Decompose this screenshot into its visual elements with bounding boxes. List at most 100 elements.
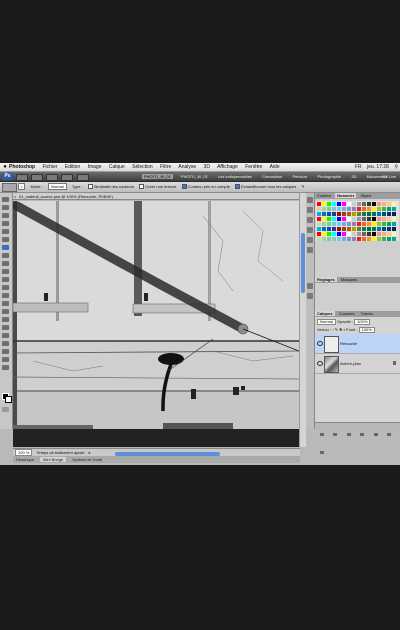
zoom-level-button[interactable] bbox=[46, 174, 59, 181]
color-swatch[interactable] bbox=[362, 222, 366, 226]
color-swatch[interactable] bbox=[337, 217, 341, 221]
close-tab-icon[interactable]: × bbox=[14, 193, 16, 200]
layer-row-retouche[interactable]: Retouche bbox=[315, 334, 400, 354]
color-swatch[interactable] bbox=[357, 232, 361, 236]
tab-historique[interactable]: Historique bbox=[13, 457, 37, 462]
color-swatch[interactable] bbox=[362, 217, 366, 221]
color-swatch[interactable] bbox=[357, 217, 361, 221]
color-swatch[interactable] bbox=[337, 237, 341, 241]
marquee-tool-icon[interactable] bbox=[2, 205, 9, 210]
color-swatch[interactable] bbox=[367, 227, 371, 231]
color-swatch[interactable] bbox=[332, 217, 336, 221]
color-swatch[interactable] bbox=[377, 237, 381, 241]
color-swatch[interactable] bbox=[357, 237, 361, 241]
spot-healing-brush-icon[interactable] bbox=[2, 183, 17, 192]
color-swatch[interactable] bbox=[367, 202, 371, 206]
color-swatch[interactable] bbox=[382, 212, 386, 216]
menu-analyse[interactable]: Analyse bbox=[178, 164, 196, 170]
tab-traces[interactable]: Tracés bbox=[359, 311, 375, 316]
color-swatch[interactable] bbox=[382, 237, 386, 241]
gradient-tool-icon[interactable] bbox=[2, 285, 9, 290]
history-brush-tool-icon[interactable] bbox=[2, 269, 9, 274]
character-panel-icon[interactable] bbox=[307, 237, 313, 243]
menu-calque[interactable]: Calque bbox=[109, 164, 125, 170]
workspace-3d[interactable]: 3D bbox=[349, 174, 358, 179]
mini-bridge-button[interactable] bbox=[31, 174, 44, 181]
color-swatch[interactable] bbox=[367, 207, 371, 211]
color-swatch[interactable] bbox=[357, 222, 361, 226]
color-swatch[interactable] bbox=[347, 212, 351, 216]
color-swatch[interactable] bbox=[342, 222, 346, 226]
tab-styles[interactable]: Styles bbox=[358, 193, 373, 198]
vertical-scrollbar[interactable] bbox=[299, 193, 306, 447]
color-swatch[interactable] bbox=[357, 227, 361, 231]
workspace-photo-w-02[interactable]: PHOTO_W_02 bbox=[179, 174, 210, 179]
color-swatch[interactable] bbox=[317, 237, 321, 241]
workspace-photo-w-01[interactable]: PHOTO_W_01 bbox=[142, 174, 173, 179]
color-swatch[interactable] bbox=[337, 202, 341, 206]
color-swatch[interactable] bbox=[317, 222, 321, 226]
eye-icon[interactable] bbox=[317, 341, 323, 346]
color-swatch[interactable] bbox=[367, 237, 371, 241]
color-swatch[interactable] bbox=[342, 227, 346, 231]
adjustment-layer-icon[interactable] bbox=[360, 433, 365, 436]
color-swatch[interactable] bbox=[382, 232, 386, 236]
blend-mode-select[interactable]: Normal bbox=[317, 319, 336, 325]
color-swatch[interactable] bbox=[332, 202, 336, 206]
color-swatch[interactable] bbox=[357, 207, 361, 211]
color-swatch[interactable] bbox=[372, 222, 376, 226]
document-tab[interactable]: × 01_cadeuil_source.psd @ 100% (Retouche… bbox=[13, 193, 300, 200]
color-swatch[interactable] bbox=[327, 232, 331, 236]
color-swatch[interactable] bbox=[387, 212, 391, 216]
color-swatch[interactable] bbox=[347, 207, 351, 211]
brush-tool-icon[interactable] bbox=[2, 253, 9, 258]
lasso-tool-icon[interactable] bbox=[2, 213, 9, 218]
color-swatch[interactable] bbox=[337, 212, 341, 216]
bridge-button[interactable] bbox=[16, 174, 28, 181]
hand-tool-icon[interactable] bbox=[2, 357, 9, 362]
option-proximity[interactable]: Similarité des couleurs bbox=[87, 184, 134, 190]
color-swatch[interactable] bbox=[367, 222, 371, 226]
color-swatch[interactable] bbox=[382, 227, 386, 231]
blur-tool-icon[interactable] bbox=[2, 293, 9, 298]
eyedropper-tool-icon[interactable] bbox=[2, 237, 9, 242]
color-swatch[interactable] bbox=[322, 207, 326, 211]
color-swatch[interactable] bbox=[382, 217, 386, 221]
color-swatch[interactable] bbox=[377, 232, 381, 236]
status-menu-arrow[interactable]: ▸ bbox=[89, 450, 91, 455]
layer-style-icon[interactable] bbox=[333, 433, 338, 436]
info-panel-icon[interactable] bbox=[307, 207, 313, 213]
color-swatch[interactable] bbox=[352, 237, 356, 241]
color-swatch[interactable] bbox=[357, 212, 361, 216]
color-swatch[interactable] bbox=[327, 222, 331, 226]
color-swatch[interactable] bbox=[322, 237, 326, 241]
color-swatch[interactable] bbox=[357, 202, 361, 206]
color-swatch[interactable] bbox=[387, 207, 391, 211]
trash-icon[interactable] bbox=[320, 451, 324, 454]
clone-source-panel-icon[interactable] bbox=[307, 227, 313, 233]
color-swatch[interactable] bbox=[332, 222, 336, 226]
background-color-swatch[interactable] bbox=[5, 396, 12, 403]
color-swatch[interactable] bbox=[347, 222, 351, 226]
color-swatch[interactable] bbox=[347, 237, 351, 241]
lock-icons[interactable]: ▫ ✎ ✥ ▪ bbox=[332, 327, 345, 332]
3d-rotate-tool-icon[interactable] bbox=[2, 341, 9, 346]
color-swatch[interactable] bbox=[392, 232, 396, 236]
color-swatch[interactable] bbox=[322, 222, 326, 226]
path-selection-tool-icon[interactable] bbox=[2, 325, 9, 330]
menu-affichage[interactable]: Affichage bbox=[217, 164, 238, 170]
menu-fichier[interactable]: Fichier bbox=[43, 164, 58, 170]
color-swatch[interactable] bbox=[332, 207, 336, 211]
pressure-icon[interactable]: ✎ bbox=[301, 184, 304, 189]
color-swatch[interactable] bbox=[317, 202, 321, 206]
color-swatch[interactable] bbox=[327, 227, 331, 231]
workspace-indispensables[interactable]: Les indispensables bbox=[216, 174, 254, 179]
color-swatch[interactable] bbox=[347, 202, 351, 206]
workspace-photographie[interactable]: Photographie bbox=[315, 174, 343, 179]
color-swatch[interactable] bbox=[392, 207, 396, 211]
texture-radio[interactable] bbox=[139, 184, 145, 190]
color-swatch[interactable] bbox=[382, 222, 386, 226]
color-swatch[interactable] bbox=[322, 217, 326, 221]
type-tool-icon[interactable] bbox=[2, 317, 9, 322]
color-swatch[interactable] bbox=[332, 232, 336, 236]
